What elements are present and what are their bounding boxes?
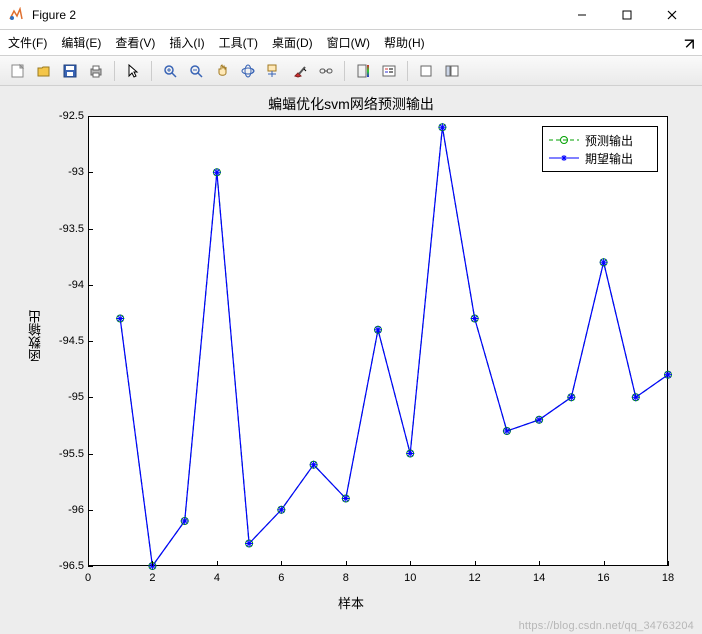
save-button[interactable]	[58, 59, 82, 83]
toolbar-separator	[344, 61, 345, 81]
menu-window[interactable]: 窗口(W)	[327, 34, 370, 51]
pointer-button[interactable]	[121, 59, 145, 83]
y-tick-label: -93.5	[40, 223, 84, 235]
hide-plot-tools-button[interactable]	[414, 59, 438, 83]
minimize-button[interactable]	[559, 0, 604, 30]
legend[interactable]: 预测输出 期望输出	[542, 126, 658, 172]
watermark-text: https://blog.csdn.net/qq_34763204	[519, 620, 694, 632]
x-tick-label: 16	[597, 572, 609, 584]
brush-button[interactable]	[288, 59, 312, 83]
data-cursor-button[interactable]	[262, 59, 286, 83]
link-data-button[interactable]	[314, 59, 338, 83]
legend-entry-predicted: 预测输出	[549, 131, 651, 149]
maximize-button[interactable]	[604, 0, 649, 30]
menu-overflow-icon[interactable]	[682, 36, 696, 50]
y-tick-label: -95.5	[40, 448, 84, 460]
x-tick-label: 2	[149, 572, 155, 584]
legend-swatch-expected	[549, 151, 579, 165]
show-plot-tools-button[interactable]	[440, 59, 464, 83]
menu-help[interactable]: 帮助(H)	[384, 34, 425, 51]
y-tick-label: -92.5	[40, 110, 84, 122]
toolbar-separator	[151, 61, 152, 81]
menu-file[interactable]: 文件(F)	[8, 34, 47, 51]
open-button[interactable]	[32, 59, 56, 83]
toolbar-separator	[407, 61, 408, 81]
x-tick-label: 14	[533, 572, 545, 584]
new-figure-button[interactable]	[6, 59, 30, 83]
y-tick-label: -94.5	[40, 335, 84, 347]
y-tick-label: -96.5	[40, 560, 84, 572]
x-tick-label: 10	[404, 572, 416, 584]
menu-bar: 文件(F) 编辑(E) 查看(V) 插入(I) 工具(T) 桌面(D) 窗口(W…	[0, 30, 702, 56]
toolbar-separator	[114, 61, 115, 81]
title-bar: Figure 2	[0, 0, 702, 30]
window-title: Figure 2	[32, 8, 559, 22]
menu-tools[interactable]: 工具(T)	[219, 34, 258, 51]
menu-edit[interactable]: 编辑(E)	[61, 34, 101, 51]
y-tick-label: -96	[40, 504, 84, 516]
chart-title: 蝙蝠优化svm网络预测输出	[0, 94, 702, 114]
matlab-logo-icon	[8, 7, 24, 23]
x-tick-label: 6	[278, 572, 284, 584]
menu-insert[interactable]: 插入(I)	[169, 34, 204, 51]
x-tick-label: 4	[214, 572, 220, 584]
figure-canvas: 蝙蝠优化svm网络预测输出 函数输出 样本 -96.5-96-95.5-95-9…	[0, 86, 702, 634]
x-tick-label: 12	[469, 572, 481, 584]
legend-label-expected: 期望输出	[585, 150, 633, 167]
legend-swatch-predicted	[549, 133, 579, 147]
plot-lines	[88, 116, 668, 566]
legend-label-predicted: 预测输出	[585, 132, 633, 149]
legend-entry-expected: 期望输出	[549, 149, 651, 167]
x-tick-label: 0	[85, 572, 91, 584]
x-axis-label: 样本	[0, 593, 702, 612]
insert-legend-button[interactable]	[377, 59, 401, 83]
close-button[interactable]	[649, 0, 694, 30]
toolbar	[0, 56, 702, 86]
zoom-out-button[interactable]	[184, 59, 208, 83]
rotate-3d-button[interactable]	[236, 59, 260, 83]
menu-desktop[interactable]: 桌面(D)	[272, 34, 313, 51]
zoom-in-button[interactable]	[158, 59, 182, 83]
y-tick-label: -93	[40, 166, 84, 178]
print-button[interactable]	[84, 59, 108, 83]
insert-colorbar-button[interactable]	[351, 59, 375, 83]
x-tick-label: 8	[343, 572, 349, 584]
x-tick-label: 18	[662, 572, 674, 584]
y-tick-label: -95	[40, 391, 84, 403]
y-tick-label: -94	[40, 279, 84, 291]
pan-button[interactable]	[210, 59, 234, 83]
menu-view[interactable]: 查看(V)	[115, 34, 155, 51]
